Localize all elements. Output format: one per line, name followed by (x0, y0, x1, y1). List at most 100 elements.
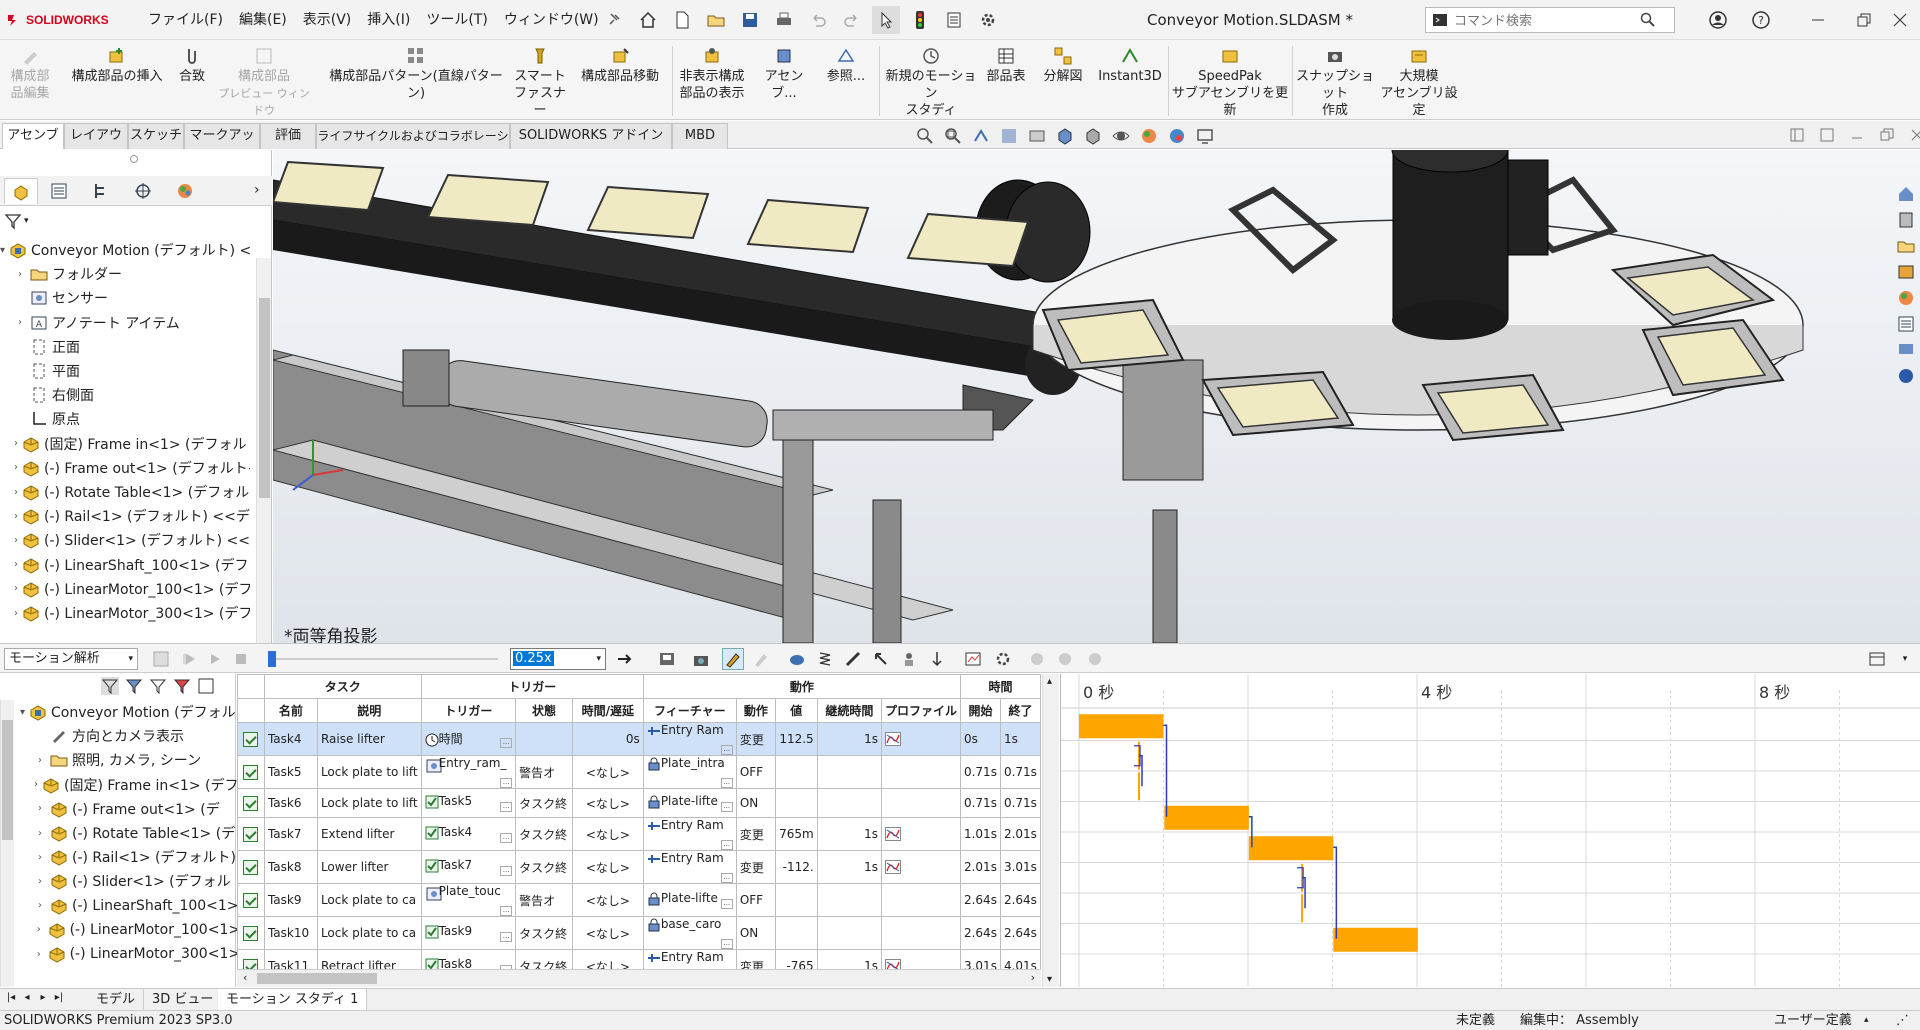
column-header[interactable]: 値 (774, 698, 818, 723)
task-profile[interactable] (880, 817, 961, 851)
task-name[interactable]: Task7 (263, 817, 318, 851)
minimize-button[interactable] (1795, 0, 1841, 40)
expand-arrow-icon[interactable]: › (14, 583, 18, 594)
tab-addins[interactable]: SOLIDWORKS アドイン (510, 123, 672, 149)
conveyor-3d-model[interactable] (273, 150, 1920, 643)
apply-scene-icon[interactable] (1167, 126, 1187, 146)
task-name[interactable]: Task9 (263, 883, 318, 917)
tab-lifecycle[interactable]: ライフサイクルおよびコラボレーション (316, 123, 510, 167)
collapse-motion-manager-icon[interactable] (1866, 648, 1888, 670)
tree-item[interactable]: 正面 (0, 335, 250, 359)
motion-profile-icon[interactable] (884, 732, 957, 746)
menu-insert[interactable]: 挿入(I) (359, 0, 418, 40)
viewport-minimize-icon[interactable] (1850, 128, 1864, 142)
task-state[interactable]: タスク終 (515, 916, 573, 950)
task-description[interactable]: Raise lifter (316, 722, 422, 756)
tree-item[interactable]: › (-) LinearShaft_100<1> (デフォル (0, 553, 250, 577)
property-manager-tab-icon[interactable] (42, 178, 76, 204)
task-profile[interactable] (880, 883, 961, 917)
close-button[interactable] (1880, 0, 1920, 40)
panel-grip-icon[interactable] (130, 155, 138, 163)
task-row[interactable]: Task4 Raise lifter 時間... 0s Entry Ram... 変更 11… (237, 722, 1041, 756)
command-search[interactable] (1425, 7, 1675, 33)
task-profile[interactable] (880, 722, 961, 756)
tree-item[interactable]: 方向とカメラ表示 (0, 724, 250, 748)
gravity-icon[interactable] (926, 648, 948, 670)
play-icon[interactable] (204, 648, 226, 670)
expand-arrow-icon[interactable]: › (14, 511, 18, 522)
filter-animated-icon[interactable] (100, 676, 120, 696)
column-header[interactable]: 開始 (959, 698, 1001, 723)
expand-arrow-icon[interactable]: › (34, 949, 44, 960)
tree-item[interactable]: › (-) Rail<1> (デフォルト) (0, 845, 250, 869)
tree-root[interactable]: ▾ Conveyor Motion (デフォルト) <表示状態-1> (0, 238, 250, 262)
task-row[interactable]: Task6 Lock plate to lift Task5... タスク終 <なし> P… (237, 788, 1041, 818)
file-properties-icon[interactable] (940, 6, 968, 34)
tree-item[interactable]: センサー (0, 286, 250, 310)
linear-pattern-button[interactable]: 構成部品パターン(直線パターン) (322, 44, 510, 118)
scroll-up-icon[interactable]: ▴ (1047, 676, 1052, 687)
graphics-area[interactable] (273, 150, 1920, 643)
task-value[interactable]: -112. (774, 850, 818, 884)
expand-arrow-icon[interactable]: › (14, 608, 18, 619)
expand-arrow-icon[interactable]: › (34, 900, 46, 911)
task-enabled-cell[interactable] (237, 788, 265, 818)
save-animation-icon[interactable] (656, 648, 678, 670)
task-description[interactable]: Lock plate to ca (316, 916, 422, 950)
task-trigger[interactable]: Task4... (420, 817, 517, 851)
open-folder-icon[interactable] (702, 6, 730, 34)
tree-item[interactable]: › (-) Frame out<1> (デ (0, 797, 250, 821)
task-row[interactable]: Task9 Lock plate to ca Plate_touc... 警告オ <なし… (237, 883, 1041, 917)
task-delay[interactable]: <なし> (571, 883, 644, 917)
task-feature[interactable]: Entry Ram... (642, 817, 737, 851)
tree-item[interactable]: › フォルダー (0, 262, 250, 286)
expand-arrow-icon[interactable]: › (34, 876, 46, 887)
task-description[interactable]: Lower lifter (316, 850, 422, 884)
expand-arrow-icon[interactable]: › (34, 779, 38, 790)
tab-motion-study-1[interactable]: モーション スタディ 1 (218, 989, 368, 1011)
column-header[interactable]: トリガー (420, 698, 517, 723)
tab-mbd[interactable]: MBD (672, 123, 728, 149)
tile-view-icon[interactable] (1790, 128, 1804, 142)
task-delay[interactable]: <なし> (571, 949, 644, 969)
spring-icon[interactable] (814, 648, 836, 670)
simulation-disabled-icon-3[interactable] (1084, 648, 1106, 670)
3dexperience-icon[interactable] (1896, 366, 1916, 386)
chevron-down-icon[interactable]: ▾ (1894, 648, 1916, 670)
large-assembly-settings-button[interactable]: 大規模 アセンブリ設定 (1378, 44, 1460, 118)
browse-feature-button[interactable]: ... (720, 745, 733, 755)
rebuild-traffic-light-icon[interactable] (906, 6, 934, 34)
tree-item[interactable]: › (-) Slider<1> (デフォルト) <<デフォ (0, 528, 250, 552)
speedpak-button[interactable]: SpeedPak サブアセンブリを更新 (1170, 44, 1290, 118)
task-delay[interactable]: <なし> (571, 788, 644, 818)
task-duration[interactable]: 1s (816, 817, 882, 851)
task-enabled-cell[interactable] (237, 755, 265, 789)
browse-trigger-button[interactable]: ... (500, 738, 513, 748)
task-trigger[interactable]: Plate_touc... (420, 883, 517, 917)
select-arrow-icon[interactable] (872, 6, 900, 34)
task-enabled-checkbox[interactable] (243, 925, 259, 941)
browse-trigger-button[interactable]: ... (500, 778, 513, 788)
task-enabled-checkbox[interactable] (243, 731, 259, 747)
task-row[interactable]: Task8 Lower lifter Task7... タスク終 <なし> Entry R… (237, 850, 1041, 884)
browse-trigger-button[interactable]: ... (500, 932, 513, 942)
tree-item[interactable]: › (固定) Frame in<1> (デフォ (0, 773, 250, 797)
task-row[interactable]: Task10 Lock plate to ca Task9... タスク終 <なし> ba… (237, 916, 1041, 950)
task-name[interactable]: Task11 (263, 949, 318, 969)
column-header[interactable]: 状態 (515, 698, 573, 723)
tree-item[interactable]: › 照明, カメラ, シーン (0, 748, 250, 772)
task-enabled-cell[interactable] (237, 916, 265, 950)
tree-item[interactable]: › (-) LinearShaft_100<1> ( (0, 894, 250, 918)
task-name[interactable]: Task10 (263, 916, 318, 950)
task-feature[interactable]: Entry Ram... (642, 722, 737, 756)
damper-icon[interactable] (842, 648, 864, 670)
solidworks-logo[interactable]: SOLIDWORKS (6, 10, 126, 30)
browse-trigger-button[interactable]: ... (500, 833, 513, 843)
search-input[interactable] (1454, 12, 1634, 28)
filter-results-icon[interactable] (172, 676, 192, 696)
task-trigger[interactable]: Task9... (420, 916, 517, 950)
zoom-to-fit-icon[interactable] (915, 126, 935, 146)
browse-trigger-button[interactable]: ... (500, 866, 513, 876)
task-trigger[interactable]: Task8... (420, 949, 517, 969)
task-enabled-checkbox[interactable] (243, 859, 259, 875)
